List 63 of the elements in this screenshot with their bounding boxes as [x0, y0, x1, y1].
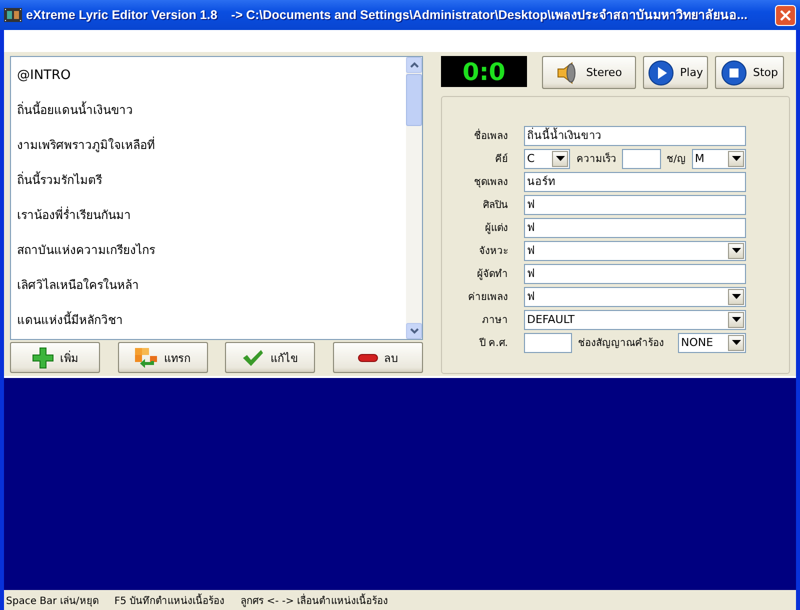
field-label: ช/ญ: [666, 153, 686, 166]
lyric-line[interactable]: @INTRO: [11, 58, 406, 93]
dropdown[interactable]: ฟ: [524, 286, 746, 306]
blocks-arrow-icon: [134, 346, 158, 368]
delete-button[interactable]: ลบ: [332, 342, 423, 373]
field-label: ศิลปิน: [482, 199, 508, 212]
insert-button[interactable]: แทรก: [118, 342, 208, 373]
edit-button[interactable]: แก้ไข: [225, 342, 316, 373]
play-icon: [648, 60, 674, 86]
close-icon[interactable]: [775, 4, 796, 26]
input-field[interactable]: ถิ่นนี้น้ำเงินขาว: [524, 126, 746, 146]
field-label: ผู้แต่ง: [484, 222, 508, 235]
lyric-line[interactable]: ถิ่นนี้อยแดนน้ำเงินขาว: [11, 93, 406, 128]
lyric-line[interactable]: แดนแห่งนี้มีหลักวิชา: [11, 303, 406, 338]
dropdown[interactable]: M: [692, 148, 746, 168]
field-label: ช่องสัญญาณคำร้อง: [578, 336, 664, 350]
dropdown-arrow-icon[interactable]: [732, 294, 740, 299]
status-text: ลูกศร <- -> เลื่อนตำแหน่งเนื้อร้อง: [240, 592, 388, 608]
film-icon: [4, 7, 22, 23]
speaker-button[interactable]: Stereo: [542, 56, 636, 89]
lyrics-list[interactable]: @INTRO ถิ่นนี้อยแดนน้ำเงินขาว งามเพริศพราวภูมิใจเหลือที่ ถิ่นนี้รวมรักไมตรี เราน้องพี่ร่ำเรียนกันมา สถาบันแห่งความเกรียงไกร เลิศวิไลเหนือใครในหล้า แดนแห่งนี้มีหลักวิชา: [10, 56, 423, 340]
input-field[interactable]: ฟ: [524, 218, 746, 238]
field-label: ค่ายเพลง: [467, 291, 508, 304]
lyric-line[interactable]: เลิศวิไลเหนือใครในหล้า: [11, 268, 406, 303]
lyric-line[interactable]: ถิ่นนี้รวมรักไมตรี: [11, 163, 406, 198]
dropdown[interactable]: ฟ: [524, 240, 746, 260]
input-field[interactable]: นอร์ท: [524, 172, 746, 192]
field-label: ชุดเพลง: [473, 176, 508, 189]
stop-icon: [720, 60, 747, 86]
dropdown[interactable]: NONE: [678, 332, 746, 352]
lyric-line[interactable]: งามเพริศพราวภูมิใจเหลือที่: [11, 128, 406, 163]
dropdown-arrow-icon[interactable]: [732, 156, 740, 161]
input-field[interactable]: ฟ: [524, 264, 746, 284]
dropdown-arrow-icon[interactable]: [556, 156, 565, 161]
scroll-thumb[interactable]: [406, 74, 422, 126]
field-label: คีย์: [494, 152, 508, 166]
dropdown[interactable]: C: [524, 148, 570, 168]
window-title: eXtreme Lyric Editor Version 1.8 -> C:\Documents and Settings\Administrator\Desktop\เพลงประจำสถาบันมหาวิทยาลัยนอ...: [26, 7, 748, 24]
stop-button[interactable]: Stop: [715, 56, 784, 89]
input-field[interactable]: ฟ: [524, 194, 746, 214]
dropdown-arrow-icon[interactable]: [732, 317, 740, 322]
status-text: F5 บันทึกตำแหน่งเนื้อร้อง: [114, 592, 225, 608]
scrollbar[interactable]: [406, 57, 422, 339]
minus-icon: [358, 354, 378, 362]
play-button[interactable]: Play: [643, 56, 708, 89]
dropdown-arrow-icon[interactable]: [732, 248, 740, 253]
field-label: ปี ค.ศ.: [478, 336, 508, 350]
field-label: ผู้จัดทำ: [476, 268, 508, 281]
lyric-line[interactable]: สถาบันแห่งความเกรียงไกร: [11, 233, 406, 268]
field-label: ชื่อเพลง: [442, 128, 508, 143]
status-text: Space Bar เล่น/หยุด: [6, 594, 98, 608]
lyric-line[interactable]: เราน้องพี่ร่ำเรียนกันมา: [11, 198, 406, 233]
input-field[interactable]: [622, 148, 661, 168]
dropdown[interactable]: DEFAULT: [524, 310, 746, 330]
field-label: จังหวะ: [478, 245, 508, 258]
check-icon: [242, 348, 264, 366]
input-field[interactable]: [524, 332, 572, 352]
add-button[interactable]: เพิ่ม: [10, 342, 100, 373]
field-label: ภาษา: [481, 314, 508, 327]
time-display: 0:0: [441, 56, 527, 87]
field-label: ความเร็ว: [576, 151, 616, 166]
plus-icon: [32, 346, 54, 368]
dropdown-arrow-icon[interactable]: [732, 340, 740, 345]
